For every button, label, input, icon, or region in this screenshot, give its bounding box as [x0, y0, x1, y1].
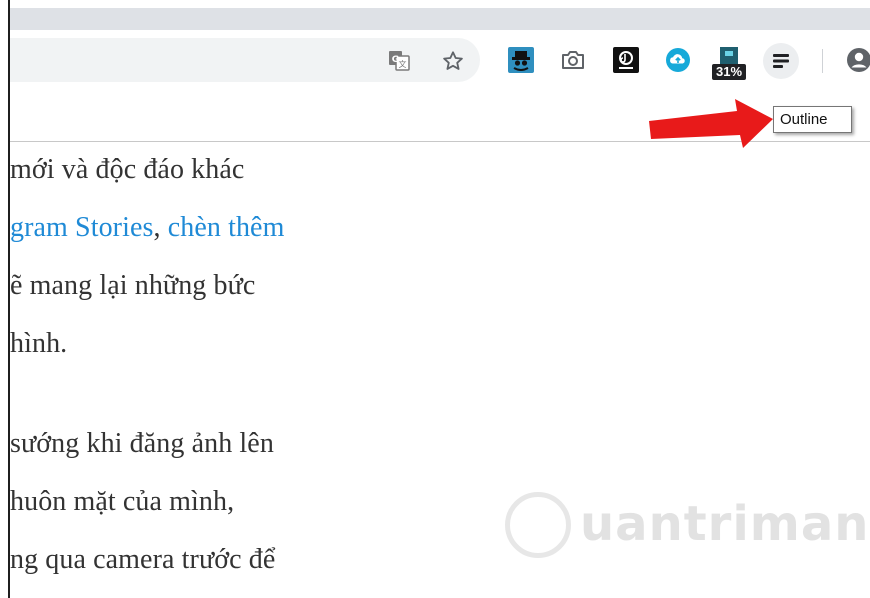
- article-line-8: ng qua camera trước để: [10, 544, 276, 575]
- tab-strip: [10, 8, 870, 30]
- spy-extension-icon[interactable]: [508, 47, 534, 73]
- article-line-6: sướng khi đăng ảnh lên: [10, 428, 274, 459]
- cloud-extension-icon[interactable]: [665, 47, 691, 73]
- profile-icon[interactable]: [846, 47, 870, 73]
- outline-icon: [773, 54, 789, 68]
- watermark-bulb-icon: [505, 492, 571, 558]
- meter-badge: 31%: [712, 64, 746, 80]
- article-link-instagram-stories[interactable]: gram Stories: [10, 212, 154, 243]
- article-line-2-links[interactable]: gram Stories, chèn thêm: [10, 212, 284, 244]
- article-line-7: huôn mặt của mình,: [10, 486, 235, 517]
- article-link-chen-them[interactable]: chèn thêm: [168, 212, 285, 243]
- article-line-4: hình.: [10, 328, 68, 359]
- toolbar-divider: [822, 49, 823, 73]
- outline-tooltip: Outline: [773, 106, 852, 133]
- camera-extension-icon[interactable]: [560, 49, 586, 71]
- svg-text:文: 文: [399, 59, 407, 69]
- outline-extension-button[interactable]: [763, 43, 799, 79]
- article-line-1: mới và độc đáo khác: [10, 154, 245, 185]
- bookmark-star-icon[interactable]: [440, 48, 466, 74]
- watermark-text: uantrimang: [580, 496, 870, 552]
- tiktok-extension-icon[interactable]: [613, 47, 639, 73]
- meter-extension-icon[interactable]: 31%: [712, 44, 746, 80]
- watermark-logo: uantrimang: [505, 488, 870, 568]
- article-line-3: ẽ mang lại những bức: [10, 270, 256, 301]
- translate-icon[interactable]: G 文: [387, 48, 411, 72]
